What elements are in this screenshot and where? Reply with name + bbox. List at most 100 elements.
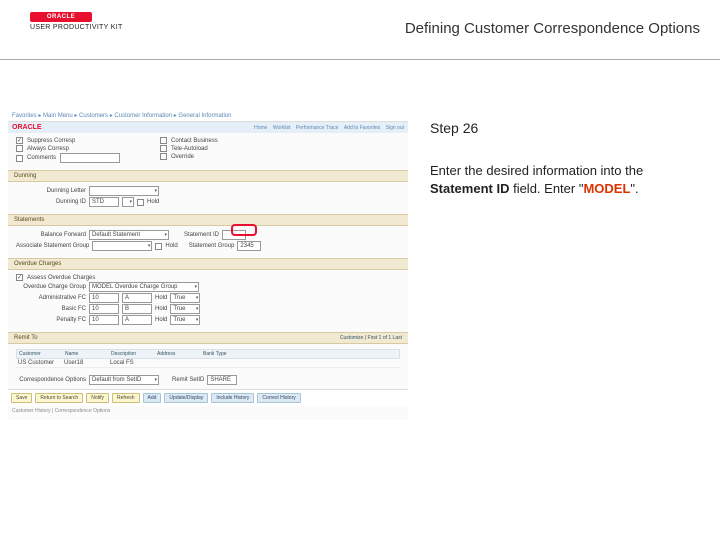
- notify-button[interactable]: Notify: [86, 393, 109, 403]
- statement-id-input[interactable]: [222, 230, 246, 240]
- remit-heading: Remit To: [14, 335, 38, 341]
- corr-options-row: Correspondence Options Default from SetI…: [8, 371, 408, 389]
- add-button[interactable]: Add: [143, 393, 162, 403]
- label-tele: Tele-Autoload: [171, 146, 208, 152]
- row-select[interactable]: True: [170, 293, 200, 303]
- row-label: Basic FC: [16, 306, 86, 312]
- return-button[interactable]: Return to Search: [35, 393, 83, 403]
- col: Name: [65, 351, 103, 357]
- table-row[interactable]: US Customer User18 Local FS: [16, 359, 400, 368]
- remit-setid-label: Remit SetID: [172, 377, 204, 383]
- remit-table: Customer Name Description Address Bank T…: [16, 349, 400, 368]
- row-select[interactable]: True: [170, 315, 200, 325]
- col: Bank Type: [203, 351, 241, 357]
- instr-field-name: Statement ID: [430, 181, 509, 196]
- row-text: Hold: [155, 306, 167, 312]
- update-button[interactable]: Update/Display: [164, 393, 208, 403]
- ovgrp-select[interactable]: MODEL Overdue Charge Group: [89, 282, 199, 292]
- link-perf[interactable]: Performance Trace: [296, 125, 339, 131]
- checkbox-override[interactable]: [160, 153, 167, 160]
- ovgrp-label: Overdue Charge Group: [16, 284, 86, 290]
- section-dunning-head: Dunning: [8, 170, 408, 182]
- checkbox-always[interactable]: [16, 145, 23, 152]
- corr-opt-select[interactable]: Default from SetID: [89, 375, 159, 385]
- statements-hold-checkbox[interactable]: [155, 243, 162, 250]
- label-always: Always Corresp: [27, 146, 69, 152]
- dunning-hold-checkbox[interactable]: [137, 199, 144, 206]
- instr-prefix: Enter the desired information into the: [430, 163, 643, 178]
- dunning-letter-select[interactable]: [89, 186, 159, 196]
- link-worklist[interactable]: Worklist: [273, 125, 291, 131]
- checkbox-comments[interactable]: [16, 155, 23, 162]
- row-label: Administrative FC: [16, 295, 86, 301]
- correct-history-button[interactable]: Correct History: [257, 393, 300, 403]
- checkbox-tele[interactable]: [160, 145, 167, 152]
- cell: User18: [64, 360, 102, 366]
- logo-area: ORACLE USER PRODUCTIVITY KIT: [30, 12, 123, 31]
- row-input[interactable]: B: [122, 304, 152, 314]
- overdue-rows: Administrative FC10AHoldTrue Basic FC10B…: [16, 293, 400, 325]
- upk-label: USER PRODUCTIVITY KIT: [30, 24, 123, 31]
- stmt-grp-input[interactable]: 2345: [237, 241, 261, 251]
- checkbox-contact[interactable]: [160, 137, 167, 144]
- instr-value: MODEL: [583, 181, 630, 196]
- section-statements: Balance Forward Default Statement Statem…: [8, 226, 408, 255]
- section-dunning: Dunning Letter Dunning ID STD Hold: [8, 182, 408, 211]
- statement-id-label: Statement ID: [184, 232, 219, 238]
- dunning-hold-label: Hold: [147, 199, 159, 205]
- link-fav[interactable]: Add to Favorites: [344, 125, 380, 131]
- dunning-letter-label: Dunning Letter: [16, 188, 86, 194]
- balance-fwd-select[interactable]: Default Statement: [89, 230, 169, 240]
- assess-overdue-checkbox[interactable]: [16, 274, 23, 281]
- row-select[interactable]: True: [170, 304, 200, 314]
- table-row: Penalty FC10AHoldTrue: [16, 315, 400, 325]
- customize-links[interactable]: Customize | First 1 of 1 Last: [340, 335, 402, 341]
- assoc-stmt-label: Associate Statement Group: [16, 243, 89, 249]
- dunning-id-picker[interactable]: [122, 197, 134, 207]
- refresh-button[interactable]: Refresh: [112, 393, 140, 403]
- corr-opt-label: Correspondence Options: [16, 377, 86, 383]
- remit-setid-input[interactable]: SHARE: [207, 375, 237, 385]
- section-overdue-head: Overdue Charges: [8, 258, 408, 270]
- bottom-toolbar: Save Return to Search Notify Refresh Add…: [8, 389, 408, 406]
- checkbox-suppress[interactable]: [16, 137, 23, 144]
- row-input[interactable]: 10: [89, 293, 119, 303]
- statements-hold-label: Hold: [165, 243, 177, 249]
- oracle-logo: ORACLE: [30, 12, 92, 22]
- row-text: Hold: [155, 295, 167, 301]
- table-header: Customer Name Description Address Bank T…: [16, 349, 400, 359]
- row-input[interactable]: A: [122, 293, 152, 303]
- assoc-stmt-select[interactable]: [92, 241, 152, 251]
- row-label: Penalty FC: [16, 317, 86, 323]
- label-comments: Comments: [27, 155, 56, 161]
- col: Description: [111, 351, 149, 357]
- cell: [202, 360, 240, 366]
- link-signout[interactable]: Sign out: [386, 125, 404, 131]
- include-history-button[interactable]: Include History: [211, 393, 254, 403]
- instr-suffix: ".: [630, 181, 638, 196]
- section-remit-head: Remit To Customize | First 1 of 1 Last: [8, 332, 408, 344]
- balance-fwd-label: Balance Forward: [16, 232, 86, 238]
- row-input[interactable]: A: [122, 315, 152, 325]
- instruction-panel: Step 26 Enter the desired information in…: [430, 120, 700, 197]
- section-remit: Customer Name Description Address Bank T…: [8, 344, 408, 371]
- instruction-text: Enter the desired information into the S…: [430, 162, 700, 197]
- section-statements-head: Statements: [8, 214, 408, 226]
- cell: US Customer: [18, 360, 56, 366]
- step-number: Step 26: [430, 120, 700, 136]
- label-override: Override: [171, 154, 194, 160]
- dunning-id-label: Dunning ID: [16, 199, 86, 205]
- label-suppress: Suppress Corresp: [27, 138, 75, 144]
- row-input[interactable]: 10: [89, 304, 119, 314]
- dunning-id-input[interactable]: STD: [89, 197, 119, 207]
- row-input[interactable]: 10: [89, 315, 119, 325]
- link-home[interactable]: Home: [254, 125, 267, 131]
- top-checks: Suppress Corresp Always Corresp Comments…: [8, 133, 408, 167]
- breadcrumb[interactable]: Favorites ▸ Main Menu ▸ Customers ▸ Cust…: [8, 110, 408, 122]
- col: Address: [157, 351, 195, 357]
- save-button[interactable]: Save: [11, 393, 32, 403]
- footer-links[interactable]: Customer History | Correspondence Option…: [8, 406, 408, 416]
- instr-mid: field. Enter ": [509, 181, 583, 196]
- row-text: Hold: [155, 317, 167, 323]
- comments-input[interactable]: [60, 153, 120, 163]
